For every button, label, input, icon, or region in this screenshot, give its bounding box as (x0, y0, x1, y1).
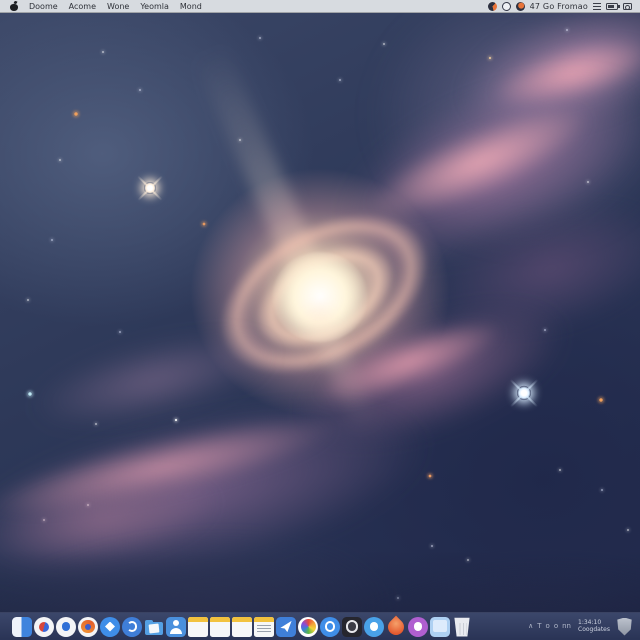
note-icon[interactable] (210, 616, 230, 637)
folder-docs-icon-glyph (144, 617, 164, 637)
app-red-blue-icon[interactable] (34, 616, 54, 637)
app-purple-icon-glyph (408, 617, 428, 637)
star (51, 239, 53, 241)
menu-item-4[interactable]: Mond (180, 2, 202, 11)
nebula-cloud (443, 0, 640, 159)
app-blue-dot-icon[interactable] (56, 616, 76, 637)
browser-orange-icon[interactable] (78, 616, 98, 637)
menu-item-1[interactable]: Acome (69, 2, 96, 11)
camera-dial-icon-glyph (342, 617, 362, 637)
window-pane-icon[interactable] (430, 616, 450, 637)
nebula-cloud (481, 23, 640, 125)
star (559, 469, 561, 471)
note-text-icon[interactable] (254, 616, 274, 637)
star (587, 181, 589, 183)
star (73, 111, 79, 117)
star (174, 418, 178, 422)
note-icon[interactable] (188, 616, 208, 637)
dock-items (12, 615, 472, 638)
tray-glyph-1[interactable]: T (537, 623, 541, 630)
record-icon[interactable] (487, 1, 497, 11)
star (598, 397, 604, 403)
mail-blue-icon[interactable] (364, 616, 384, 637)
clock-icon[interactable] (501, 1, 511, 11)
star (27, 299, 29, 301)
camera-dial-icon[interactable] (342, 616, 362, 637)
star (339, 79, 341, 81)
note-icon[interactable] (232, 616, 252, 637)
app-blue-swirl-icon[interactable] (122, 616, 142, 637)
app-purple-icon[interactable] (408, 616, 428, 637)
tray-glyph-4[interactable]: nn (562, 623, 571, 630)
tray-glyphs: ∧ To o nn (528, 623, 571, 630)
mail-blue-icon-glyph (364, 617, 384, 637)
note-text-icon-glyph (254, 617, 274, 637)
app-people-icon[interactable] (166, 616, 186, 637)
apple-logo-icon[interactable] (10, 1, 18, 11)
app-blue-dot-icon-glyph (56, 617, 76, 637)
star (239, 139, 241, 141)
star (488, 56, 492, 60)
star (119, 331, 121, 333)
desktop-screen: Doome Acome Wone Yeomla Mond 47 Go Fromao ∧ T… (0, 0, 640, 640)
desktop-wallpaper[interactable] (0, 0, 640, 640)
drop-orange-icon[interactable] (384, 615, 408, 638)
star (95, 423, 97, 425)
dock: ∧ To o nn 1:34:10 Coogdates (0, 612, 640, 640)
star (627, 529, 629, 531)
star (139, 89, 141, 91)
switcher-icon[interactable] (623, 2, 632, 10)
tray-clock-label: Coogdates (578, 625, 610, 633)
dock-tray: ∧ To o nn 1:34:10 Coogdates (528, 617, 634, 636)
tray-glyph-0[interactable]: ∧ (528, 623, 533, 630)
star (202, 222, 206, 226)
star (431, 545, 433, 547)
globe-icon[interactable] (515, 1, 525, 11)
tray-glyph-3[interactable]: o (554, 623, 558, 630)
menu-items: Doome Acome Wone Yeomla Mond (29, 2, 202, 11)
menu-item-3[interactable]: Yeomla (140, 2, 169, 11)
shield-icon[interactable] (617, 617, 632, 636)
menu-lines-icon[interactable] (593, 2, 601, 10)
star (383, 43, 385, 45)
menu-bar-status-area: 47 Go Fromao (487, 1, 632, 11)
menu-item-2[interactable]: Wone (107, 2, 129, 11)
star (43, 519, 45, 521)
star (27, 391, 33, 397)
status-text[interactable]: 47 Go Fromao (530, 2, 588, 11)
app-blue-swirl-icon-glyph (122, 617, 142, 637)
app-red-blue-icon-glyph (34, 617, 54, 637)
app-people-icon-glyph (166, 617, 186, 637)
menu-bar: Doome Acome Wone Yeomla Mond 47 Go Fromao (0, 0, 640, 13)
star (102, 51, 104, 53)
star (87, 504, 89, 506)
folder-docs-icon[interactable] (144, 617, 164, 637)
star (428, 474, 432, 478)
browser-compass-icon-glyph (100, 617, 120, 637)
finder-icon[interactable] (12, 616, 32, 637)
trash-icon[interactable] (454, 617, 470, 637)
star (566, 29, 568, 31)
star (59, 159, 61, 161)
photos-pinwheel-icon[interactable] (298, 616, 318, 637)
star (544, 329, 546, 331)
tray-clock[interactable]: 1:34:10 Coogdates (578, 619, 610, 633)
battery-icon[interactable] (606, 2, 620, 10)
browser-compass-icon[interactable] (100, 616, 120, 637)
star (259, 37, 261, 39)
app-share-icon[interactable] (276, 616, 296, 637)
app-share-icon-glyph (276, 617, 296, 637)
menu-item-0[interactable]: Doome (29, 2, 58, 11)
star-spike (497, 366, 551, 420)
star (601, 489, 603, 491)
app-ring-icon-glyph (320, 617, 340, 637)
browser-orange-icon-glyph (78, 617, 98, 637)
tray-glyph-2[interactable]: o (546, 623, 550, 630)
app-ring-icon[interactable] (320, 616, 340, 637)
